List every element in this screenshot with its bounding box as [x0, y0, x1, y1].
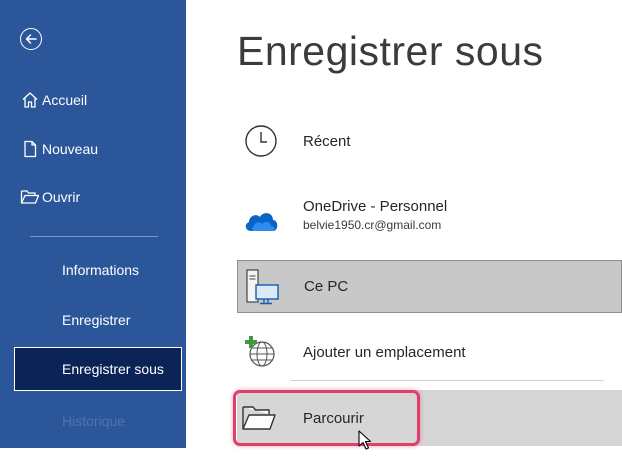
nav-label-historique: Historique: [62, 413, 126, 429]
open-folder-icon: [20, 187, 40, 207]
location-parcourir[interactable]: Parcourir: [237, 390, 622, 446]
clock-icon: [244, 124, 278, 158]
mouse-cursor-icon: [358, 430, 372, 455]
nav-item-nouveau[interactable]: Nouveau: [0, 131, 186, 167]
location-ce-pc[interactable]: Ce PC: [237, 260, 622, 313]
location-account: belvie1950.cr@gmail.com: [303, 218, 442, 232]
home-icon: [20, 90, 40, 110]
computer-icon: [244, 268, 282, 306]
nav-item-informations[interactable]: Informations: [0, 248, 186, 292]
onedrive-cloud-icon: [243, 207, 279, 233]
nav-item-ouvrir[interactable]: Ouvrir: [0, 179, 186, 215]
backstage-sidebar: Accueil Nouveau Ouvrir Informations Enre…: [0, 0, 186, 448]
location-name: Ce PC: [304, 278, 349, 295]
browse-folder-icon: [241, 403, 277, 433]
add-location-globe-icon: [243, 334, 279, 370]
location-name: Ajouter un emplacement: [303, 343, 466, 361]
nav-label-accueil: Accueil: [42, 92, 88, 108]
back-button[interactable]: [20, 28, 42, 50]
location-name: OneDrive - Personnel: [303, 198, 448, 215]
nav-item-accueil[interactable]: Accueil: [0, 82, 186, 118]
nav-divider: [30, 236, 158, 237]
back-arrow-icon: [25, 34, 37, 44]
location-name: Parcourir: [303, 409, 364, 427]
location-add[interactable]: Ajouter un emplacement: [237, 330, 622, 374]
locations-divider: [290, 380, 604, 381]
location-recent[interactable]: Récent: [237, 118, 622, 164]
nav-label-nouveau: Nouveau: [42, 141, 99, 157]
nav-item-enregistrer[interactable]: Enregistrer: [0, 298, 186, 342]
nav-label-enregistrer-sous: Enregistrer sous: [62, 361, 164, 377]
location-onedrive[interactable]: OneDrive - Personnel belvie1950.cr@gmail…: [237, 192, 622, 248]
page-title: Enregistrer sous: [237, 28, 544, 74]
nav-item-enregistrer-sous[interactable]: Enregistrer sous: [14, 347, 182, 391]
nav-label-enregistrer: Enregistrer: [62, 312, 131, 328]
nav-label-informations: Informations: [62, 262, 140, 278]
nav-item-historique: Historique: [0, 399, 186, 443]
bottom-margin: [0, 448, 622, 463]
location-name: Récent: [303, 132, 351, 150]
nav-label-ouvrir: Ouvrir: [42, 189, 81, 205]
new-document-icon: [20, 139, 40, 159]
